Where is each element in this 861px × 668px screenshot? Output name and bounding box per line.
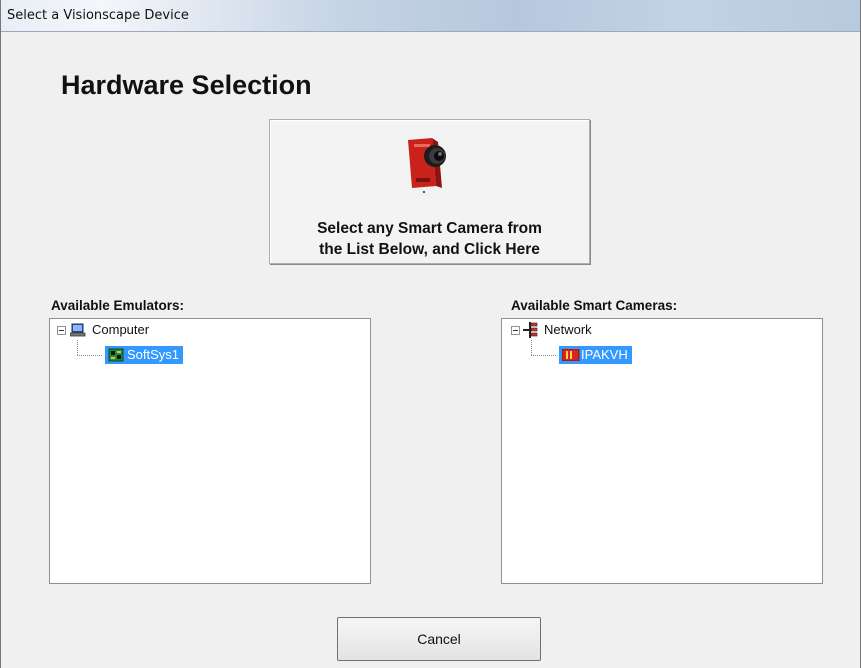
title-bar[interactable]: Select a Visionscape Device	[1, 0, 860, 32]
emulators-tree[interactable]: Computer SoftSys1	[49, 318, 371, 584]
tree-connector	[531, 355, 556, 356]
collapse-toggle-computer[interactable]	[57, 326, 66, 335]
circuit-board-icon	[108, 348, 124, 362]
tree-node-label: IPAKVH	[581, 347, 628, 362]
tree-connector	[77, 355, 102, 356]
cancel-button[interactable]: Cancel	[337, 617, 541, 661]
camera-device-icon	[562, 349, 580, 361]
dialog-window: Select a Visionscape Device Hardware Sel…	[0, 0, 861, 668]
smart-cameras-tree[interactable]: Network IPAKVH	[501, 318, 823, 584]
tree-node-ipakvh[interactable]: IPAKVH	[559, 346, 632, 364]
tree-node-softsys1[interactable]: SoftSys1	[105, 346, 184, 364]
page-title: Hardware Selection	[61, 70, 312, 100]
tree-connector	[77, 340, 78, 355]
dialog-content: Hardware Selection Select any Smart Came…	[9, 32, 852, 668]
collapse-toggle-network[interactable]	[511, 326, 520, 335]
select-smart-camera-button[interactable]: Select any Smart Camera from the List Be…	[269, 119, 590, 264]
tree-connector	[531, 340, 532, 355]
tree-node-label: Computer	[92, 322, 150, 337]
tree-node-label: Network	[544, 322, 592, 337]
computer-icon	[70, 323, 86, 337]
emulators-label: Available Emulators:	[51, 298, 185, 313]
network-icon	[523, 322, 538, 338]
select-button-label: Select any Smart Camera from the List Be…	[317, 220, 542, 258]
smart-cameras-label: Available Smart Cameras:	[511, 298, 678, 313]
smart-camera-icon	[408, 138, 446, 193]
window-title: Select a Visionscape Device	[7, 8, 189, 23]
tree-node-label: SoftSys1	[127, 347, 180, 362]
